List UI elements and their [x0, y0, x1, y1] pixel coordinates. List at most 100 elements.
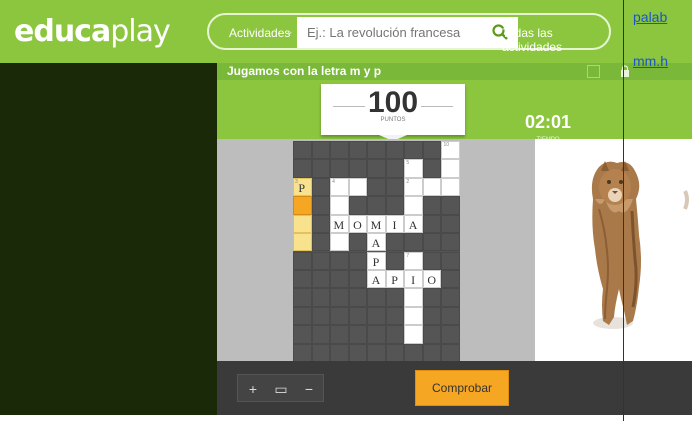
crossword-cell[interactable]: A: [404, 214, 423, 234]
search-input[interactable]: [297, 17, 487, 48]
cell-letter: P: [372, 254, 381, 269]
crossword-cell[interactable]: [441, 177, 460, 197]
crossword-cell-blocked: [422, 251, 442, 270]
crossword-cell[interactable]: [293, 196, 312, 215]
crossword-cell[interactable]: [293, 233, 312, 252]
crossword-cell-blocked: [330, 343, 349, 362]
crossword-cell-blocked: [367, 141, 386, 160]
crossword-cell[interactable]: [422, 177, 442, 197]
crossword-cell[interactable]: I: [385, 214, 405, 234]
zoom-out-button[interactable]: −: [300, 380, 318, 398]
crossword-cell-blocked: [311, 214, 331, 234]
crossword-cell-blocked: [441, 251, 460, 270]
crossword-cell[interactable]: 4: [330, 177, 349, 197]
clue-number: 10: [443, 142, 449, 148]
crossword-cell-blocked: [385, 196, 405, 215]
bottom-margin: [0, 415, 692, 421]
crossword-cell-blocked: [348, 269, 368, 289]
zoom-reset-button[interactable]: ▭: [272, 380, 290, 398]
overlay-link-1[interactable]: palab: [633, 9, 667, 25]
crossword-cell-blocked: [422, 288, 442, 307]
crossword-cell[interactable]: [330, 196, 349, 215]
crossword-cell[interactable]: M: [330, 214, 349, 234]
score-value: 100: [367, 86, 419, 119]
crossword-cell[interactable]: A: [367, 233, 386, 252]
crossword-cell[interactable]: I: [404, 269, 423, 289]
educaplay-logo[interactable]: educaplay: [14, 14, 171, 49]
crossword-cell[interactable]: [348, 177, 368, 197]
fullscreen-icon[interactable]: [587, 65, 600, 78]
crossword-cell-blocked: [385, 251, 405, 270]
crossword-cell-blocked: [348, 159, 368, 178]
crossword-cell[interactable]: [404, 288, 423, 307]
crossword-cell-blocked: [330, 251, 349, 270]
crossword-cell[interactable]: [330, 233, 349, 252]
crossword-cell-blocked: [385, 306, 405, 326]
cell-letter: A: [408, 217, 419, 232]
crossword-cell-blocked: [385, 233, 405, 252]
cell-letter: M: [333, 217, 346, 232]
all-activities-link[interactable]: Todas las actividades: [502, 26, 609, 54]
crossword-cell-blocked: [404, 141, 423, 160]
crossword-cell-blocked: [311, 325, 331, 344]
crossword-cell-blocked: [441, 325, 460, 344]
crossword-cell[interactable]: O: [348, 214, 368, 234]
overlay-link-2[interactable]: mm.h: [633, 53, 668, 69]
crossword-cell-blocked: [422, 325, 442, 344]
crossword-cell[interactable]: P: [385, 269, 405, 289]
crossword-cell-blocked: [422, 196, 442, 215]
crossword-cell[interactable]: [404, 306, 423, 326]
cell-letter: O: [427, 272, 437, 287]
crossword-grid[interactable]: 10 5 3 P 4 2 M O M I A A P 7 A P I O: [293, 141, 460, 362]
crossword-cell[interactable]: O: [422, 269, 442, 289]
crossword-cell-blocked: [404, 233, 423, 252]
crossword-cell-blocked: [422, 214, 442, 234]
crossword-cell[interactable]: A: [367, 269, 386, 289]
crossword-cell-blocked: [330, 269, 349, 289]
game-title-bar: Jugamos con la letra m y p: [217, 63, 692, 80]
crossword-cell-blocked: [311, 141, 331, 160]
crossword-cell-blocked: [348, 325, 368, 344]
game-window: Jugamos con la letra m y p 02:01 TIEMPO …: [217, 63, 692, 415]
crossword-cell-blocked: [422, 141, 442, 160]
game-toolbar: + ▭ − Comprobar: [217, 361, 692, 415]
crossword-cell[interactable]: 7: [404, 251, 423, 270]
crossword-cell[interactable]: [293, 214, 312, 234]
crossword-cell-blocked: [367, 177, 386, 197]
cell-letter: O: [353, 217, 363, 232]
crossword-cell[interactable]: P: [367, 251, 386, 270]
crossword-cell-blocked: [348, 233, 368, 252]
crossword-cell-blocked: [348, 306, 368, 326]
vertical-divider: [623, 0, 624, 421]
crossword-cell-blocked: [311, 233, 331, 252]
crossword-cell-blocked: [311, 269, 331, 289]
check-button[interactable]: Comprobar: [415, 370, 509, 406]
crossword-cell-blocked: [330, 159, 349, 178]
crossword-cell[interactable]: 5: [404, 159, 423, 178]
score-label: PUNTOS: [380, 117, 406, 123]
crossword-cell[interactable]: 3P: [293, 177, 312, 197]
crossword-cell[interactable]: [404, 196, 423, 215]
lock-icon[interactable]: [620, 65, 630, 78]
game-title: Jugamos con la letra m y p: [227, 64, 382, 78]
zoom-in-button[interactable]: +: [244, 380, 262, 398]
crossword-cell[interactable]: [404, 325, 423, 344]
crossword-cell-blocked: [422, 343, 442, 362]
crossword-cell-blocked: [348, 251, 368, 270]
crossword-cell-blocked: [293, 251, 312, 270]
crossword-cell-blocked: [367, 159, 386, 178]
crossword-cell-blocked: [311, 251, 331, 270]
crossword-cell-blocked: [441, 288, 460, 307]
chevron-down-icon[interactable]: ⌄: [286, 26, 294, 37]
crossword-cell-blocked: [441, 306, 460, 326]
crossword-cell[interactable]: M: [367, 214, 386, 234]
crossword-cell-blocked: [385, 325, 405, 344]
crossword-cell[interactable]: 10: [441, 141, 460, 160]
crossword-cell-blocked: [441, 214, 460, 234]
crossword-cell[interactable]: 2: [404, 177, 423, 197]
crossword-cell-blocked: [422, 233, 442, 252]
activities-dropdown[interactable]: Actividades: [229, 26, 290, 40]
crossword-cell-blocked: [293, 325, 312, 344]
cell-letter: I: [411, 272, 417, 287]
crossword-cell[interactable]: [441, 159, 460, 178]
